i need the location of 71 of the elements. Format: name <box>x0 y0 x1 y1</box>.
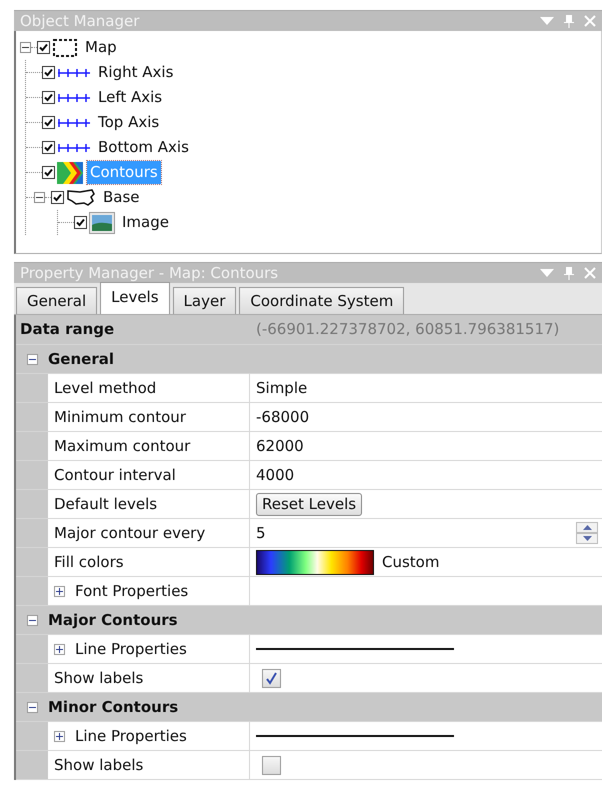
tab[interactable]: Coordinate System <box>239 287 404 314</box>
map-outline-icon <box>66 188 96 208</box>
expand-toggle[interactable] <box>54 730 65 742</box>
property-value: 62000 <box>256 436 304 457</box>
property-label: Line Properties <box>75 726 187 747</box>
property-label: Data range <box>20 319 116 340</box>
reset-button[interactable]: Reset Levels <box>256 492 362 516</box>
tree-item[interactable]: Base <box>100 186 143 209</box>
property-label: Line Properties <box>75 638 187 660</box>
property-label: Level method <box>54 378 156 399</box>
spin-down-button[interactable] <box>576 533 598 544</box>
axis-icon <box>57 66 91 78</box>
tree-item[interactable]: Top Axis <box>95 111 162 134</box>
plus-icon <box>56 732 63 740</box>
property-value: 4000 <box>256 464 294 486</box>
property-value: (-66901.227378702, 60851.796381517) <box>256 319 560 340</box>
expand-toggle[interactable] <box>54 586 65 596</box>
property-label: Maximum contour <box>54 436 190 457</box>
expand-toggle[interactable] <box>26 702 38 712</box>
checkbox[interactable] <box>262 756 281 774</box>
minus-icon <box>36 194 43 201</box>
image-icon <box>89 212 115 234</box>
checkbox[interactable] <box>42 166 55 179</box>
property-label: Show labels <box>54 668 144 689</box>
collapse-toggle[interactable] <box>20 42 31 53</box>
plus-icon <box>56 646 63 652</box>
property-value: -68000 <box>256 406 310 428</box>
checkbox[interactable] <box>74 216 87 229</box>
property-label: Major contour every <box>54 522 206 544</box>
color-gradient-swatch[interactable] <box>256 550 374 574</box>
axis-icon <box>57 116 91 128</box>
frame-icon <box>52 38 78 58</box>
checkbox[interactable] <box>37 41 50 54</box>
spin-up-button[interactable] <box>576 522 598 533</box>
checkbox[interactable] <box>51 191 64 204</box>
down-arrow-icon <box>582 536 592 541</box>
property-label: Font Properties <box>75 580 188 602</box>
checkbox[interactable] <box>42 66 55 79</box>
checkbox[interactable] <box>42 141 55 154</box>
checkbox[interactable] <box>42 91 55 104</box>
tree-item[interactable]: Image <box>119 211 172 234</box>
expand-toggle[interactable] <box>54 644 65 654</box>
tab[interactable]: Levels <box>100 282 170 314</box>
property-label: Minimum contour <box>54 406 186 428</box>
tab[interactable]: Layer <box>172 287 236 314</box>
property-value: Simple <box>256 378 308 399</box>
section-header: General <box>48 348 114 370</box>
property-label: Fill colors <box>54 552 124 573</box>
expand-toggle[interactable] <box>26 354 38 364</box>
collapse-toggle[interactable] <box>34 192 45 203</box>
checkbox[interactable] <box>42 116 55 129</box>
property-value: Custom <box>382 552 440 573</box>
axis-icon <box>57 92 91 104</box>
up-arrow-icon <box>582 525 592 530</box>
checkbox[interactable] <box>262 668 281 688</box>
axis-icon <box>57 142 91 154</box>
expand-toggle[interactable] <box>26 614 38 626</box>
section-header: Major Contours <box>48 610 178 631</box>
property-label: Default levels <box>54 494 158 515</box>
contour-icon <box>57 162 83 184</box>
section-header: Minor Contours <box>48 696 178 718</box>
property-label: Contour interval <box>54 464 176 486</box>
tree-item[interactable]: Left Axis <box>95 86 166 109</box>
tab[interactable]: General <box>16 287 98 314</box>
minus-icon <box>22 44 29 51</box>
property-label: Show labels <box>54 754 144 776</box>
plus-icon <box>56 588 63 594</box>
tree-item[interactable]: Map <box>82 36 120 59</box>
tree-item[interactable]: Bottom Axis <box>95 136 192 159</box>
property-value: 5 <box>256 522 266 544</box>
tree-item[interactable]: Right Axis <box>95 61 176 84</box>
